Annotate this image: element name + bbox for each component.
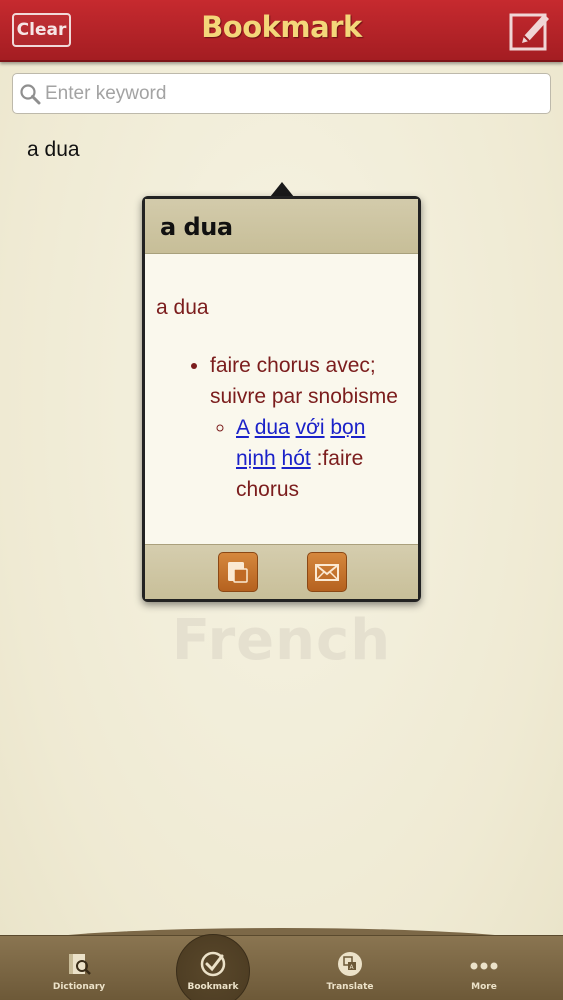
definition-popup: a dua a dua faire chorus avec; suivre pa… xyxy=(142,196,421,602)
word-link[interactable]: hót xyxy=(282,447,311,470)
nav-bar: Clear Bookmark xyxy=(0,0,563,62)
tab-bookmark[interactable]: Bookmark xyxy=(158,950,268,1000)
popup-arrow xyxy=(270,182,294,197)
edit-button[interactable] xyxy=(508,8,552,52)
word-link[interactable]: dua xyxy=(255,416,290,439)
sense-text: faire chorus avec; suivre par snobisme xyxy=(210,354,398,408)
example-item: A dua với bọn nịnh hót :faire chorus xyxy=(236,412,408,505)
definition-body[interactable]: a dua faire chorus avec; suivre par snob… xyxy=(145,255,418,544)
mail-icon xyxy=(315,564,339,581)
search-input[interactable] xyxy=(45,80,535,108)
example-list: A dua với bọn nịnh hót :faire chorus xyxy=(210,412,408,505)
entry-word: a dua xyxy=(156,296,209,319)
more-dots-icon xyxy=(470,962,498,970)
tab-dictionary[interactable]: Dictionary xyxy=(24,950,134,1000)
tab-label: More xyxy=(471,982,497,992)
search-bar xyxy=(12,73,551,114)
word-link[interactable]: bọn xyxy=(330,416,365,439)
popup-header: a dua xyxy=(145,199,418,254)
dictionary-icon xyxy=(69,954,91,975)
tab-label: Translate xyxy=(326,982,374,992)
tab-translate[interactable]: A Translate xyxy=(295,950,405,1000)
edit-icon xyxy=(509,13,549,51)
search-icon xyxy=(20,84,41,105)
email-button[interactable] xyxy=(307,552,347,592)
sense-list: faire chorus avec; suivre par snobisme A… xyxy=(156,350,408,505)
tab-more[interactable]: More xyxy=(429,950,539,1000)
word-link[interactable]: A xyxy=(236,416,249,439)
tab-label: Bookmark xyxy=(187,982,239,992)
watermark-text: French xyxy=(171,608,392,673)
sense-item: faire chorus avec; suivre par snobisme A… xyxy=(210,350,408,505)
word-link[interactable]: với xyxy=(296,416,325,439)
bookmark-list-item[interactable]: a dua xyxy=(27,138,80,162)
word-link[interactable]: nịnh xyxy=(236,447,276,470)
copy-button[interactable] xyxy=(218,552,258,592)
bookmark-check-icon xyxy=(200,951,226,977)
page-title: Bookmark xyxy=(201,10,362,44)
popup-footer xyxy=(145,544,418,599)
copy-icon xyxy=(228,562,248,583)
popup-title: a dua xyxy=(160,213,233,241)
tab-label: Dictionary xyxy=(52,982,106,992)
translate-icon: A xyxy=(338,952,362,976)
